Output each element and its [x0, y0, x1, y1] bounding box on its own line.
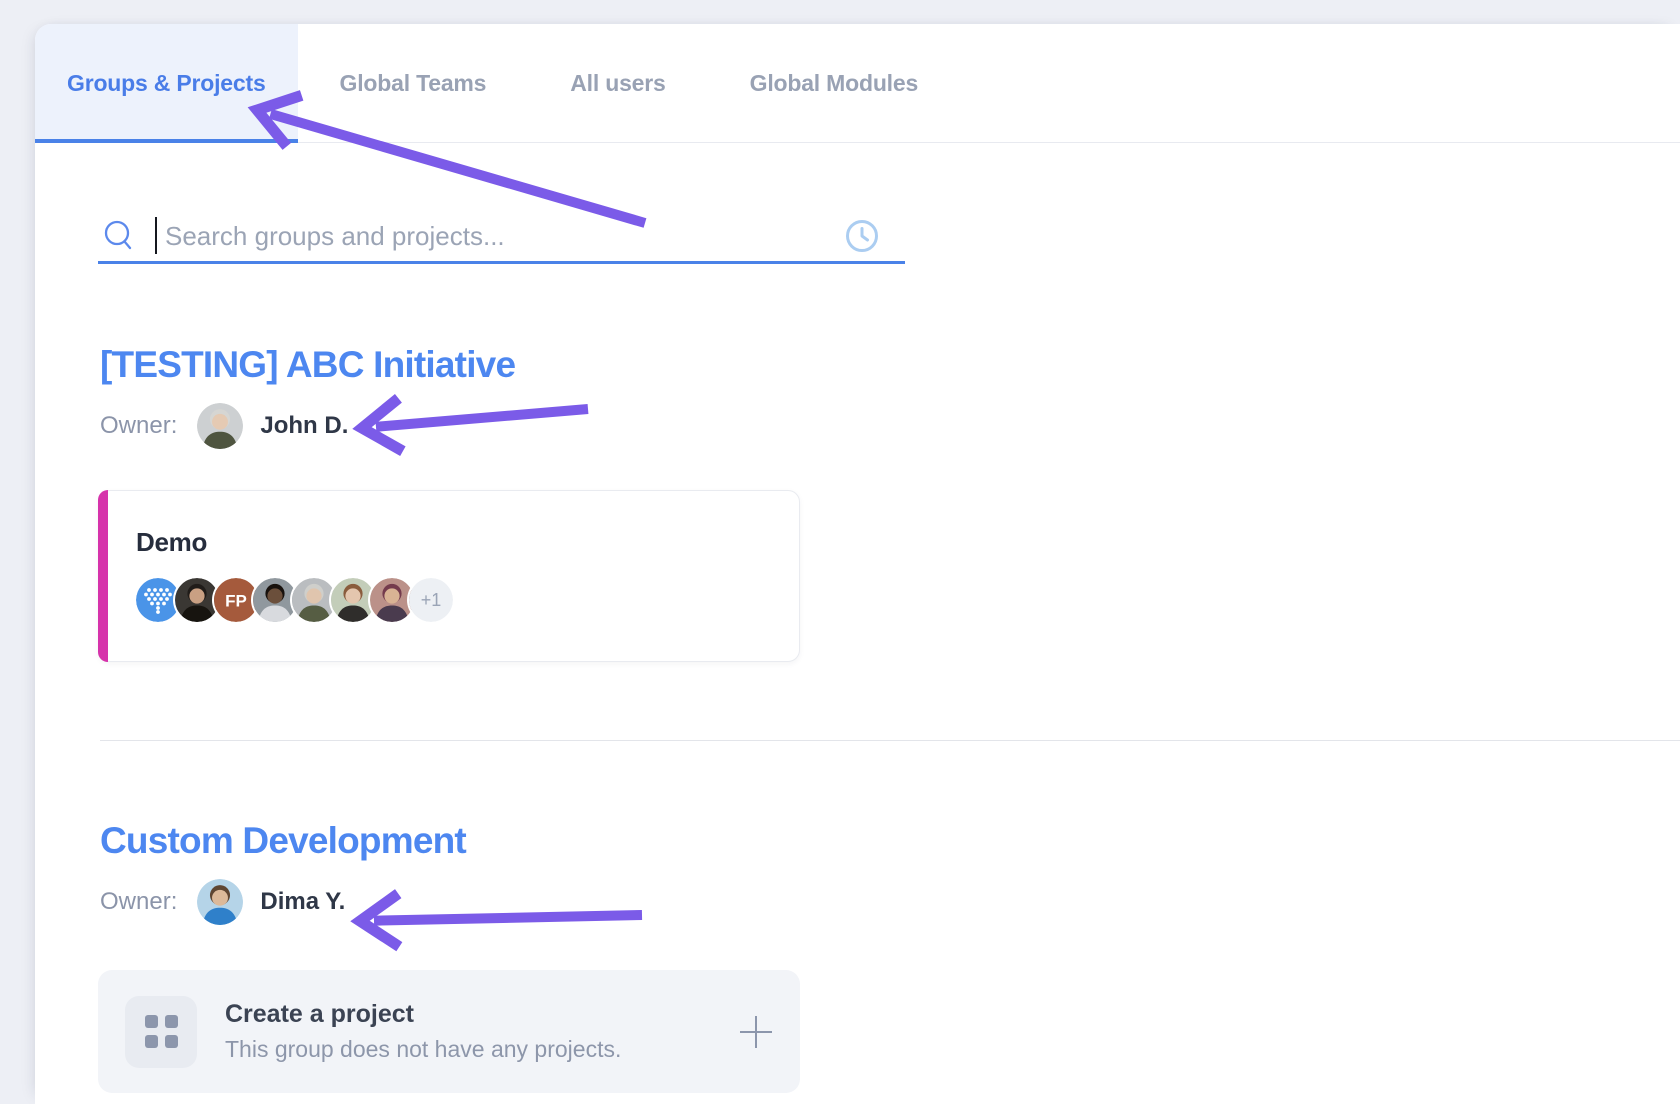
search-input[interactable] — [165, 216, 905, 256]
owner-label: Owner: — [100, 888, 177, 916]
owner-avatar — [197, 403, 243, 449]
tab-global-teams[interactable]: Global Teams — [298, 24, 529, 142]
member-avatar — [253, 578, 297, 622]
search-icon — [103, 220, 135, 252]
create-project-texts: Create a project This group does not hav… — [225, 1000, 736, 1063]
project-members-avatar-stack: FP +1 — [136, 578, 799, 622]
create-project-subtitle: This group does not have any projects. — [225, 1036, 736, 1063]
owner-row: Owner: John D. — [100, 402, 1680, 450]
create-project-title: Create a project — [225, 1000, 736, 1029]
group-section-custom-development: Custom Development Owner: Dima Y. Create… — [98, 820, 1680, 1093]
search-bar[interactable] — [98, 211, 905, 264]
tab-all-users[interactable]: All users — [528, 24, 707, 142]
owner-row: Owner: Dima Y. — [100, 878, 1680, 926]
svg-text:+1: +1 — [421, 590, 442, 610]
group-section-abc-initiative: [TESTING] ABC Initiative Owner: John D. … — [98, 344, 1680, 662]
member-avatar — [292, 578, 336, 622]
svg-text:FP: FP — [225, 592, 247, 611]
team-tree-logo — [136, 578, 180, 622]
owner-name: John D. — [260, 412, 348, 440]
page-background: Groups & Projects Global Teams All users… — [0, 0, 1680, 1104]
text-cursor — [155, 217, 157, 254]
section-divider — [100, 740, 1680, 741]
owner-avatar — [197, 879, 243, 925]
project-card-demo[interactable]: Demo FP +1 — [98, 490, 800, 662]
tab-bar: Groups & Projects Global Teams All users… — [35, 24, 1680, 143]
create-project-card[interactable]: Create a project This group does not hav… — [98, 970, 800, 1093]
member-avatar: FP — [214, 578, 258, 622]
owner-name: Dima Y. — [260, 888, 345, 916]
avatar-more-count[interactable]: +1 — [409, 578, 453, 622]
content-panel: Groups & Projects Global Teams All users… — [35, 24, 1680, 1104]
project-name: Demo — [136, 527, 799, 558]
member-avatar — [370, 578, 414, 622]
owner-label: Owner: — [100, 412, 177, 440]
plus-icon[interactable] — [736, 1012, 776, 1052]
member-avatar — [331, 578, 375, 622]
history-clock-icon[interactable] — [845, 219, 879, 253]
tab-global-modules[interactable]: Global Modules — [708, 24, 960, 142]
member-avatar — [175, 578, 219, 622]
main-content: [TESTING] ABC Initiative Owner: John D. … — [35, 211, 1680, 1093]
grid-icon — [125, 996, 197, 1068]
group-title-link[interactable]: Custom Development — [100, 820, 1680, 862]
group-title-link[interactable]: [TESTING] ABC Initiative — [100, 344, 1680, 386]
tab-groups-projects[interactable]: Groups & Projects — [35, 24, 298, 142]
project-accent-bar — [98, 490, 108, 662]
